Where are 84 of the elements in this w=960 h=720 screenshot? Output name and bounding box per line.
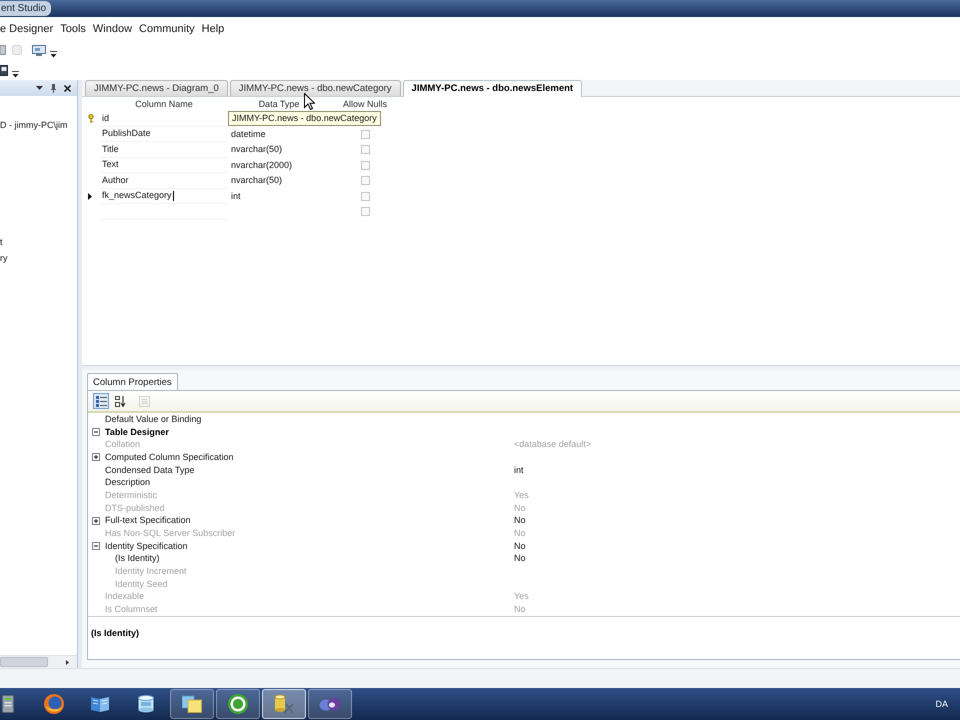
checkbox[interactable] xyxy=(360,192,370,201)
property-value: No xyxy=(513,604,526,616)
data-type-text: datetime xyxy=(231,128,266,140)
property-label[interactable]: Description xyxy=(105,477,150,488)
expand-icon[interactable] xyxy=(92,453,100,462)
property-label[interactable]: Condensed Data Type xyxy=(105,464,194,476)
property-value: No xyxy=(513,515,526,526)
sort-icon xyxy=(114,396,126,406)
checkbox[interactable] xyxy=(360,130,370,139)
ring-icon xyxy=(228,694,248,714)
property-value: <database default> xyxy=(513,439,592,450)
page-icon xyxy=(138,396,150,406)
tooltip: JIMMY-PC.news - dbo.newCategory xyxy=(228,111,381,126)
panel-tab[interactable]: Column Properties xyxy=(87,373,178,391)
checkbox[interactable] xyxy=(360,176,370,186)
taskbar-button[interactable] xyxy=(216,689,260,719)
menu-item[interactable]: Help xyxy=(202,22,224,36)
document-tab[interactable]: JIMMY-PC.news - dbo.newsElement xyxy=(402,80,582,97)
dropdown-arrow-icon[interactable] xyxy=(36,86,43,90)
menu-item[interactable]: Window xyxy=(92,22,132,36)
cylinder-icon[interactable] xyxy=(138,695,154,713)
taskbar-button[interactable] xyxy=(262,689,306,719)
sticky-notes-icon xyxy=(182,695,202,713)
column-name-text: Text xyxy=(102,159,119,170)
horizontal-scrollbar[interactable] xyxy=(0,655,77,668)
menu-item[interactable]: Community xyxy=(139,22,195,36)
document-tab[interactable]: JIMMY-PC.news - dbo.newCategory xyxy=(230,80,401,96)
right-arrow-icon[interactable] xyxy=(66,660,69,664)
tree-item[interactable]: t xyxy=(0,236,3,248)
column-name-text: fk_newsCategory xyxy=(102,190,172,202)
property-label[interactable]: Computed Column Specification xyxy=(105,452,234,463)
expand-icon[interactable] xyxy=(92,516,100,525)
property-label[interactable]: Full-text Specification xyxy=(105,515,191,526)
property-value: No xyxy=(513,540,526,552)
data-type-text: int xyxy=(231,190,241,202)
property-value: int xyxy=(513,464,524,476)
column-name-text: PublishDate xyxy=(102,128,151,140)
data-type-text: nvarchar(2000) xyxy=(231,160,292,171)
property-value: Yes xyxy=(513,490,529,501)
server-icon[interactable] xyxy=(2,695,14,713)
property-label[interactable]: (Is Identity) xyxy=(115,553,160,564)
document-tab[interactable]: JIMMY-PC.news - Diagram_0 xyxy=(85,80,228,96)
window-title: ent Studio xyxy=(0,1,52,16)
database-icon xyxy=(274,694,294,714)
window-icon[interactable] xyxy=(0,64,8,76)
scrollbar-thumb[interactable] xyxy=(0,657,48,667)
property-value: No xyxy=(513,528,526,540)
menu-item[interactable]: Tools xyxy=(60,22,86,36)
column-name-text: Author xyxy=(102,174,129,186)
book-icon[interactable] xyxy=(91,696,109,712)
checkbox[interactable] xyxy=(360,160,370,170)
column-name-text: id xyxy=(102,112,110,124)
data-type-text: nvarchar(50) xyxy=(231,175,282,186)
menu-item[interactable]: e Designer xyxy=(0,22,54,36)
toolbar-button[interactable] xyxy=(112,393,128,409)
categorized-icon xyxy=(96,396,106,406)
monitor-icon[interactable] xyxy=(32,44,46,56)
property-label[interactable]: Identity Specification xyxy=(105,540,188,552)
column-header[interactable]: Data Type xyxy=(258,98,300,110)
property-value: No xyxy=(513,553,526,564)
property-value: Yes xyxy=(513,591,529,602)
column-header[interactable]: Column Name xyxy=(135,98,193,110)
globe-icon[interactable] xyxy=(44,694,64,714)
property-label[interactable]: Default Value or Binding xyxy=(105,414,202,425)
collapse-icon[interactable] xyxy=(92,542,100,550)
toolbar-button[interactable] xyxy=(93,393,109,409)
language-indicator[interactable]: DA xyxy=(935,698,948,710)
collapse-icon[interactable] xyxy=(92,428,100,436)
category-label[interactable]: Table Designer xyxy=(105,426,169,438)
checkbox[interactable] xyxy=(360,145,370,154)
tree-item[interactable]: ry xyxy=(0,252,8,264)
checkbox[interactable] xyxy=(360,207,370,216)
ellipses-icon xyxy=(319,697,341,711)
data-type-text: nvarchar(50) xyxy=(231,144,282,156)
column-header[interactable]: Allow Nulls xyxy=(342,98,387,110)
taskbar-button[interactable] xyxy=(170,689,214,719)
property-value: No xyxy=(513,502,526,514)
overflow-arrow-icon[interactable] xyxy=(12,70,19,78)
column-name-text: Title xyxy=(102,144,119,155)
close-icon[interactable] xyxy=(64,84,71,92)
pin-icon[interactable] xyxy=(51,84,56,92)
description-title: (Is Identity) xyxy=(91,628,140,638)
overflow-arrow-icon[interactable] xyxy=(50,51,57,58)
tree-item[interactable]: D - jimmy-PC\jim xyxy=(0,119,68,131)
